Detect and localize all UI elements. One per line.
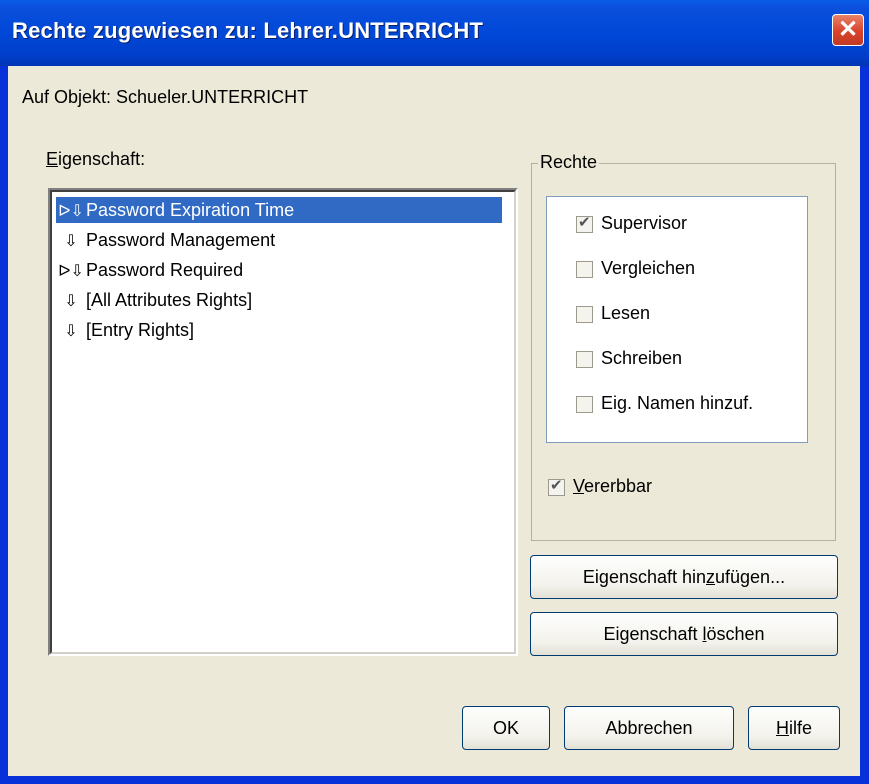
dialog-window: Rechte zugewiesen zu: Lehrer.UNTERRICHT … <box>0 0 869 784</box>
list-item[interactable]: ⇩ [Entry Rights] <box>56 317 506 343</box>
dialog-body: Auf Objekt: Schueler.UNTERRICHT Eigensch… <box>8 66 860 776</box>
down-arrow-icon: ⇩ <box>64 323 78 340</box>
list-item-label: Password Required <box>86 260 244 280</box>
add-self-label: Eig. Namen hinzuf. <box>601 393 754 413</box>
rights-group-title: Rechte <box>538 152 600 173</box>
inheritable-label: Vererbbar <box>573 476 653 496</box>
inherit-arrow-icon: ᐅ⇩ <box>58 263 84 280</box>
rights-list: ✔ Supervisor Vergleichen Lesen Schreiben… <box>546 196 808 443</box>
add-self-checkbox[interactable] <box>576 396 593 413</box>
check-icon: ✔ <box>578 214 591 231</box>
close-button[interactable]: ✕ <box>832 14 864 46</box>
list-item-label: [All Attributes Rights] <box>86 290 253 310</box>
supervisor-checkbox[interactable]: ✔ <box>576 214 593 233</box>
window-title: Rechte zugewiesen zu: Lehrer.UNTERRICHT <box>12 18 484 43</box>
read-label: Lesen <box>601 303 651 323</box>
list-item[interactable]: ᐅ⇩ Password Expiration Time <box>56 197 502 223</box>
down-arrow-icon: ⇩ <box>64 233 78 250</box>
delete-property-button[interactable]: Eigenschaft löschen <box>530 612 838 656</box>
check-icon: ✔ <box>550 477 563 494</box>
property-label: Eigenschaft: <box>46 149 146 169</box>
add-property-button[interactable]: Eigenschaft hinzufügen... <box>530 555 838 599</box>
inherit-arrow-icon: ᐅ⇩ <box>58 203 84 220</box>
inheritable-checkbox[interactable]: ✔ <box>548 477 565 496</box>
list-item-label: Password Expiration Time <box>86 200 295 220</box>
compare-label: Vergleichen <box>601 258 696 278</box>
read-checkbox[interactable] <box>576 306 593 323</box>
property-list[interactable]: ᐅ⇩ Password Expiration Time ⇩ Password Man… <box>48 188 518 656</box>
cancel-button[interactable]: Abbrechen <box>564 706 734 750</box>
down-arrow-icon: ⇩ <box>64 293 78 310</box>
object-label: Auf Objekt: Schueler.UNTERRICHT <box>22 87 309 107</box>
ok-button[interactable]: OK <box>462 706 550 750</box>
list-item[interactable]: ⇩ Password Management <box>56 227 506 253</box>
write-checkbox[interactable] <box>576 351 593 368</box>
compare-checkbox[interactable] <box>576 261 593 278</box>
write-label: Schreiben <box>601 348 683 368</box>
list-item-label: Password Management <box>86 230 276 250</box>
supervisor-label: Supervisor <box>601 213 688 233</box>
close-icon: ✕ <box>837 16 859 43</box>
list-item[interactable]: ᐅ⇩ Password Required <box>56 257 506 283</box>
help-button[interactable]: Hilfe <box>748 706 840 750</box>
list-item[interactable]: ⇩ [All Attributes Rights] <box>56 287 506 313</box>
title-bar[interactable]: Rechte zugewiesen zu: Lehrer.UNTERRICHT … <box>0 0 869 66</box>
list-item-label: [Entry Rights] <box>86 320 195 340</box>
